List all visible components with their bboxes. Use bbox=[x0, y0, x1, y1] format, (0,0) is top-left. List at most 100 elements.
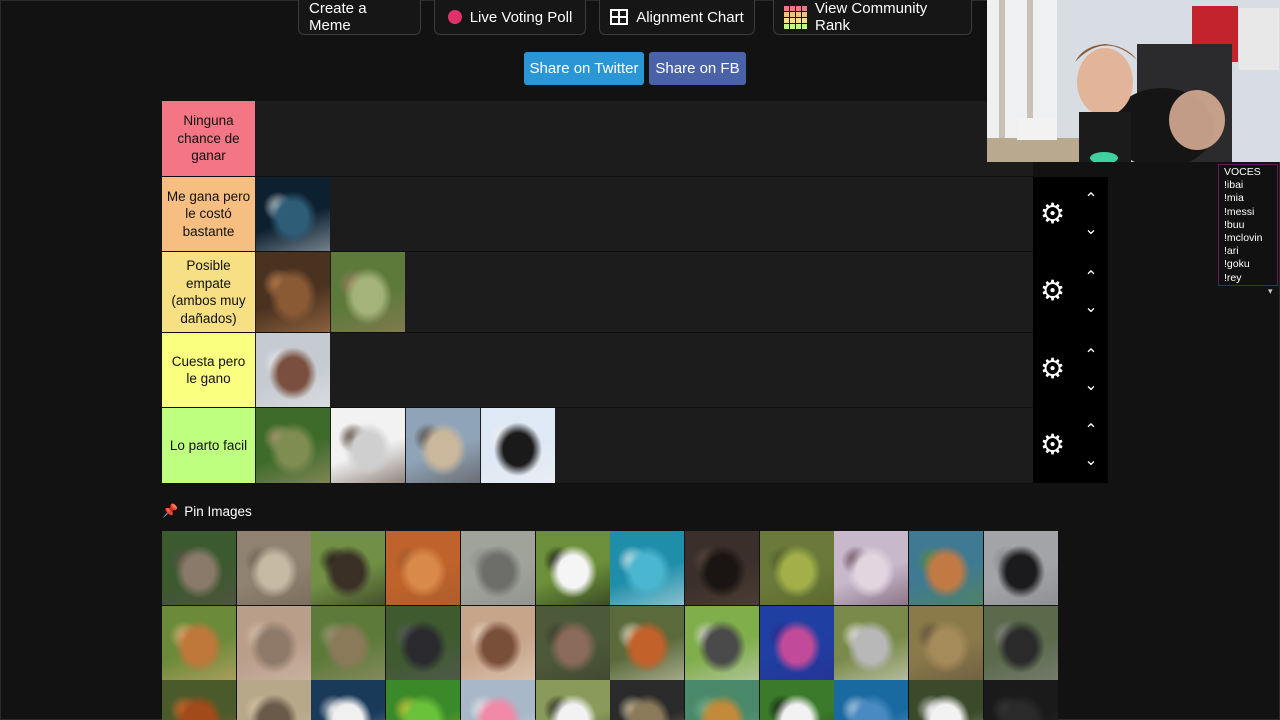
alignment-chart-button[interactable]: Alignment Chart bbox=[599, 0, 755, 35]
animal-image-parrot[interactable] bbox=[386, 680, 461, 720]
chevron-up-icon[interactable]: ⌃ bbox=[1080, 347, 1102, 364]
animal-image-whale[interactable] bbox=[256, 177, 330, 251]
animal-image-black-rhino[interactable] bbox=[983, 605, 1058, 680]
tier-controls-row: ⚙ ⌃ ⌄ bbox=[1033, 252, 1108, 333]
chat-command: !ari bbox=[1224, 245, 1239, 258]
animal-image-crocodile[interactable] bbox=[684, 531, 759, 605]
tier-label[interactable]: Ninguna chance de ganar bbox=[162, 101, 255, 176]
pin-images-label: Pin Images bbox=[184, 503, 252, 519]
gear-icon[interactable]: ⚙ bbox=[1040, 431, 1065, 459]
tier-row: Me gana pero le costó bastante bbox=[162, 177, 1033, 252]
animal-image-pitbull[interactable] bbox=[460, 605, 535, 680]
tier-label[interactable]: Cuesta pero le gano bbox=[162, 333, 255, 407]
animal-image-panther[interactable] bbox=[983, 680, 1058, 720]
live-voting-label: Live Voting Poll bbox=[469, 8, 573, 26]
share-twitter-button[interactable]: Share on Twitter bbox=[524, 52, 644, 85]
chat-command: !buu bbox=[1224, 218, 1245, 231]
animal-image-ostrich-flamingo[interactable] bbox=[834, 531, 909, 605]
alignment-chart-label: Alignment Chart bbox=[636, 8, 744, 26]
tier-label[interactable]: Me gana pero le costó bastante bbox=[162, 177, 255, 251]
animal-image-shark[interactable] bbox=[610, 531, 685, 605]
chevron-up-icon[interactable]: ⌃ bbox=[1080, 269, 1102, 286]
animal-image-seal[interactable] bbox=[236, 680, 311, 720]
chevron-down-icon[interactable]: ⌄ bbox=[1080, 221, 1102, 238]
animal-image-hyena[interactable] bbox=[909, 605, 983, 680]
animal-image-owl[interactable] bbox=[610, 680, 685, 720]
animal-image-squirrel[interactable] bbox=[162, 605, 236, 680]
animal-image-rhino-grey[interactable] bbox=[460, 531, 535, 605]
gear-icon[interactable]: ⚙ bbox=[1040, 200, 1065, 228]
animal-image-rabbit[interactable] bbox=[909, 680, 983, 720]
animal-image-deer[interactable] bbox=[909, 531, 983, 605]
live-voting-poll-button[interactable]: Live Voting Poll bbox=[434, 0, 586, 35]
chat-command: !goku bbox=[1224, 258, 1250, 271]
animal-image-crow[interactable] bbox=[983, 531, 1058, 605]
animal-image-armadillo[interactable] bbox=[236, 605, 311, 680]
tier-items bbox=[256, 408, 556, 483]
animal-image-chameleon[interactable] bbox=[759, 531, 834, 605]
animal-image-octopus[interactable] bbox=[759, 605, 834, 680]
animal-image-walrus[interactable] bbox=[256, 333, 330, 407]
community-rank-label: View Community Rank bbox=[815, 0, 928, 34]
animal-image-elephant[interactable] bbox=[162, 531, 236, 605]
tier-controls-row: ⚙ ⌃ ⌄ bbox=[1033, 333, 1108, 408]
webcam-feed bbox=[987, 0, 1280, 162]
tier-label[interactable]: Lo parto facil bbox=[162, 408, 255, 483]
tier-items bbox=[256, 333, 331, 407]
animal-image-buffalo[interactable] bbox=[311, 531, 386, 605]
record-dot-icon bbox=[447, 10, 462, 24]
tier-controls-row: ⚙ ⌃ ⌄ bbox=[1033, 408, 1108, 483]
chat-command: !mia bbox=[1224, 192, 1244, 205]
scroll-down-icon[interactable]: ▾ bbox=[1268, 286, 1273, 297]
tier-items bbox=[256, 177, 331, 251]
animal-image-hippo[interactable] bbox=[535, 605, 610, 680]
tier-label[interactable]: Posible empate (ambos muy dañados) bbox=[162, 252, 255, 332]
pin-images-toggle[interactable]: 📌 Pin Images bbox=[162, 503, 252, 519]
tier-row: Lo parto facil bbox=[162, 408, 1033, 484]
animal-image-tortoise[interactable] bbox=[311, 605, 386, 680]
animal-image-panda[interactable] bbox=[759, 680, 834, 720]
animal-image-cow[interactable] bbox=[535, 531, 610, 605]
view-community-rank-button[interactable]: View Community Rank bbox=[773, 0, 972, 35]
gear-icon[interactable]: ⚙ bbox=[1040, 277, 1065, 305]
animal-image-koala[interactable] bbox=[834, 605, 909, 680]
webcam-overlay bbox=[987, 0, 1280, 162]
tier-row: Posible empate (ambos muy dañados) bbox=[162, 252, 1033, 333]
image-pool bbox=[162, 531, 1058, 720]
chat-command: !rey bbox=[1224, 271, 1242, 284]
tier-row: Ninguna chance de ganar bbox=[162, 101, 1033, 177]
chevron-down-icon[interactable]: ⌄ bbox=[1080, 299, 1102, 316]
animal-image-orangutan[interactable] bbox=[162, 680, 236, 720]
pushpin-icon: 📌 bbox=[162, 503, 179, 518]
chevron-up-icon[interactable]: ⌃ bbox=[1080, 422, 1102, 439]
grid-icon bbox=[610, 9, 629, 25]
tier-controls: ⚙ ⌃ ⌄ ⚙ ⌃ ⌄ ⚙ ⌃ ⌄ ⚙ ⌃ ⌄ bbox=[1033, 177, 1108, 483]
animal-image-zebra[interactable] bbox=[535, 680, 610, 720]
chat-commands-panel: VOCES !ibai !mia !messi !buu !mclovin !a… bbox=[1218, 164, 1278, 286]
create-meme-label: Create a Meme bbox=[309, 0, 367, 34]
animal-image-dolphin[interactable] bbox=[834, 680, 909, 720]
create-meme-button[interactable]: Create a Meme bbox=[298, 0, 421, 35]
animal-image-scorpion[interactable] bbox=[331, 408, 405, 483]
animal-image-anteater[interactable] bbox=[684, 605, 759, 680]
animal-image-polar-bear[interactable] bbox=[311, 680, 386, 720]
animal-image-kangaroo[interactable] bbox=[331, 252, 405, 332]
animal-image-flamingo[interactable] bbox=[460, 680, 535, 720]
animal-image-ostrich[interactable] bbox=[406, 408, 480, 483]
animal-image-fox[interactable] bbox=[610, 605, 685, 680]
chat-command: !ibai bbox=[1224, 179, 1244, 192]
animal-image-snake[interactable] bbox=[236, 531, 311, 605]
share-facebook-button[interactable]: Share on FB bbox=[649, 52, 746, 85]
chevron-down-icon[interactable]: ⌄ bbox=[1080, 452, 1102, 469]
animal-image-bear[interactable] bbox=[256, 252, 330, 332]
chevron-up-icon[interactable]: ⌃ bbox=[1080, 191, 1102, 208]
gear-icon[interactable]: ⚙ bbox=[1040, 355, 1065, 383]
chevron-down-icon[interactable]: ⌄ bbox=[1080, 377, 1102, 394]
animal-image-penguin[interactable] bbox=[481, 408, 555, 483]
animal-image-gorilla[interactable] bbox=[386, 605, 461, 680]
tier-items bbox=[256, 252, 406, 332]
animal-image-giraffe[interactable] bbox=[684, 680, 759, 720]
rank-grid-icon bbox=[784, 5, 807, 29]
animal-image-meerkat[interactable] bbox=[386, 531, 461, 605]
animal-image-sloth[interactable] bbox=[256, 408, 330, 483]
